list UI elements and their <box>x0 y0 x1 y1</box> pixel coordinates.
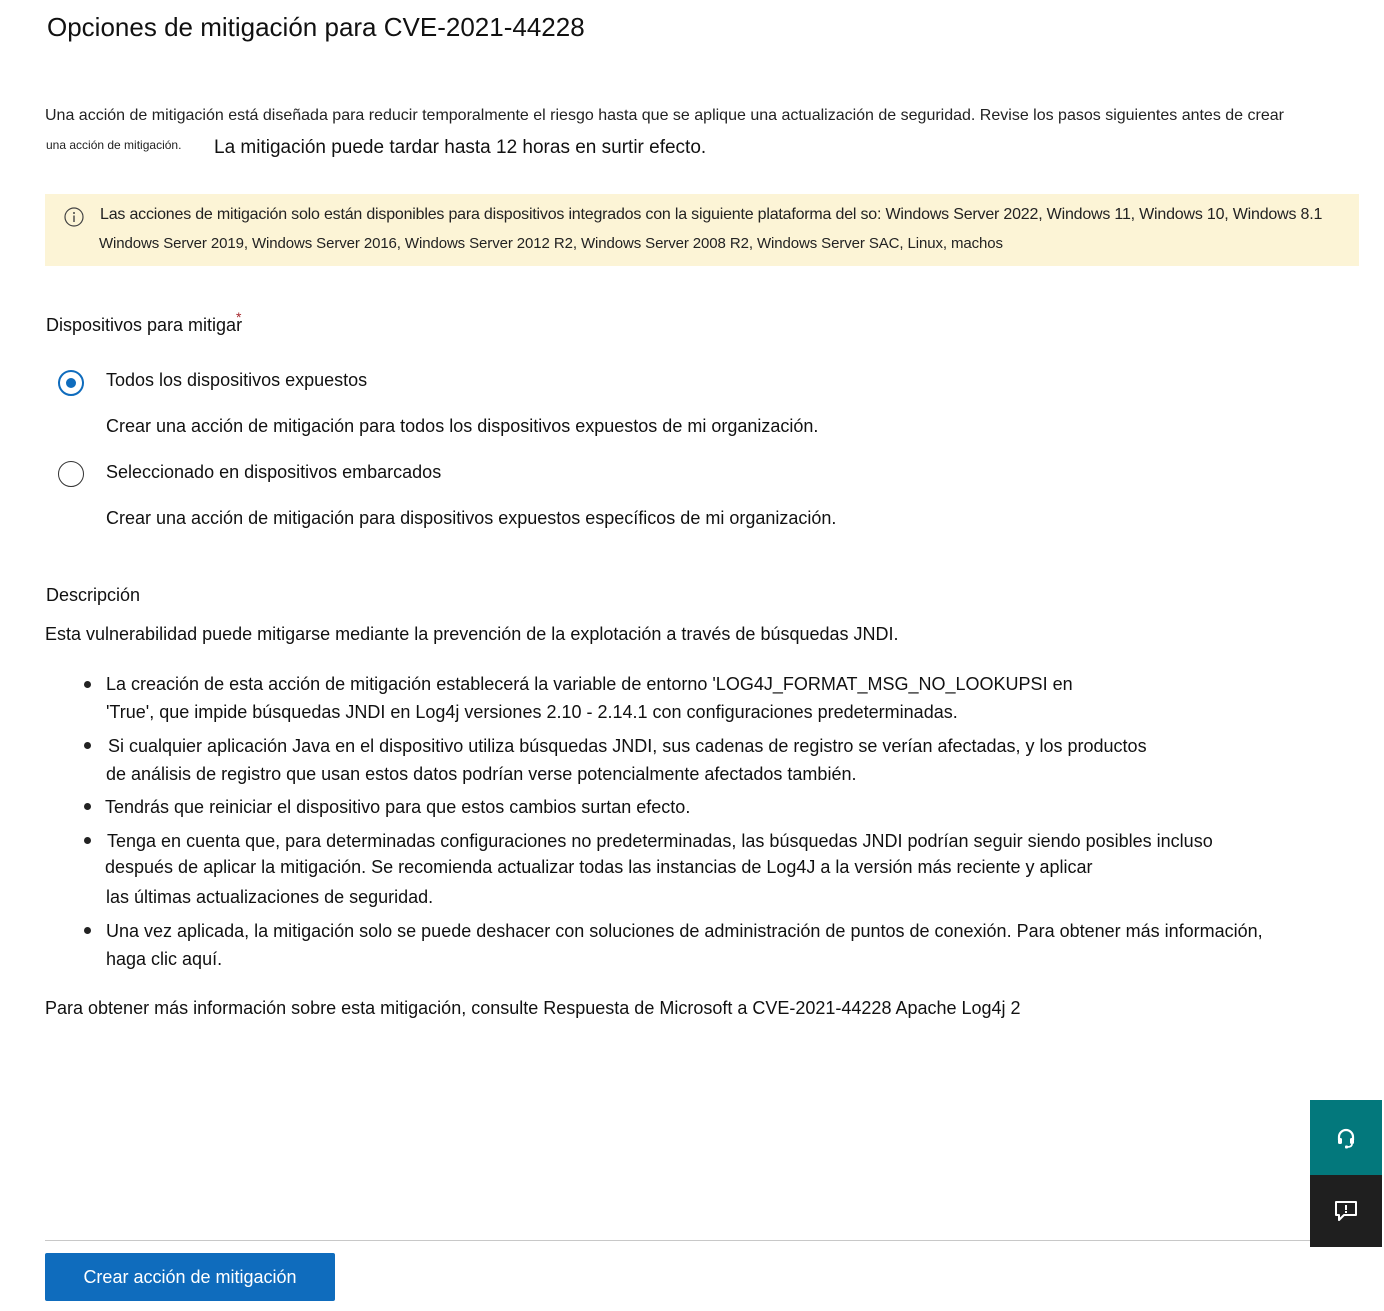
help-button[interactable] <box>1310 1100 1382 1175</box>
required-asterisk: * <box>236 309 242 325</box>
description-heading: Descripción <box>46 585 141 605</box>
bullet-text: 'True', que impide búsquedas JNDI en Log… <box>106 702 958 722</box>
bullet-text: Una vez aplicada, la mitigación solo se … <box>106 921 1263 941</box>
bullet-dot <box>84 681 91 688</box>
headset-icon <box>1337 1128 1355 1148</box>
radio-all-exposed-devices-label[interactable]: Todos los dispositivos expuestos <box>106 370 367 391</box>
info-icon <box>64 207 84 227</box>
bullet-dot <box>84 742 91 749</box>
feedback-icon <box>1335 1201 1357 1221</box>
create-mitigation-action-button[interactable]: Crear acción de mitigación <box>45 1253 335 1301</box>
radio-all-exposed-devices-description: Crear una acción de mitigación para todo… <box>106 416 819 436</box>
bullet-text: de análisis de registro que usan estos d… <box>106 764 857 784</box>
bullet-text: las últimas actualizaciones de seguridad… <box>106 887 434 907</box>
footer-divider <box>45 1240 1311 1241</box>
radio-all-exposed-devices[interactable] <box>58 370 84 396</box>
bullet-dot <box>84 803 91 810</box>
click-here-link[interactable]: haga clic aquí. <box>106 949 222 970</box>
more-info-text: Para obtener más información sobre esta … <box>45 998 1021 1018</box>
bullet-text: Tenga en cuenta que, para determinadas c… <box>107 831 1213 851</box>
bullet-dot <box>84 837 91 844</box>
description-intro: Esta vulnerabilidad puede mitigarse medi… <box>45 624 899 644</box>
bullet-text: La creación de esta acción de mitigación… <box>106 674 1073 694</box>
platform-info-banner <box>45 194 1359 266</box>
bullet-text: Tendrás que reiniciar el dispositivo par… <box>105 797 691 817</box>
intro-text-line1: Una acción de mitigación está diseñada p… <box>45 107 1284 124</box>
banner-text-line1: Las acciones de mitigación solo están di… <box>100 206 1323 223</box>
radio-selected-onboarded-devices-description: Crear una acción de mitigación para disp… <box>106 508 837 528</box>
radio-selected-onboarded-devices[interactable] <box>58 461 84 487</box>
bullet-dot <box>84 927 91 934</box>
page-title: Opciones de mitigación para CVE-2021-442… <box>47 12 585 42</box>
bullet-text: después de aplicar la mitigación. Se rec… <box>105 857 1093 877</box>
devices-field-label: Dispositivos para mitigar <box>46 315 243 335</box>
intro-text-line2a: una acción de mitigación. <box>46 138 182 152</box>
feedback-button[interactable] <box>1310 1175 1382 1247</box>
intro-text-line2b: La mitigación puede tardar hasta 12 hora… <box>214 137 707 158</box>
bullet-text: Si cualquier aplicación Java en el dispo… <box>108 736 1147 756</box>
banner-text-line2: Windows Server 2019, Windows Server 2016… <box>99 235 1003 252</box>
radio-selected-onboarded-devices-label[interactable]: Seleccionado en dispositivos embarcados <box>106 462 441 483</box>
